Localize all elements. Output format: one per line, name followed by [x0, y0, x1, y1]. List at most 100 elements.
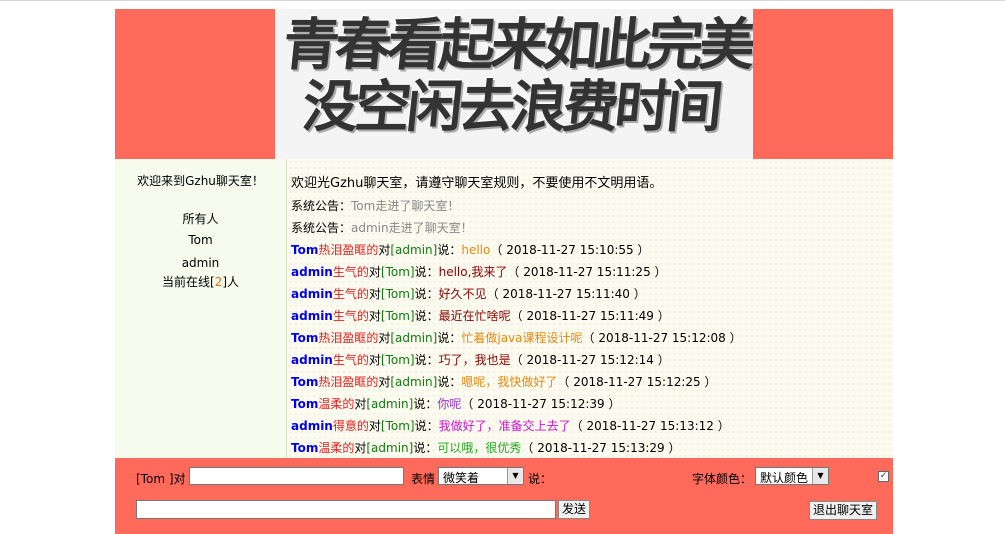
message-text: 你呢 — [437, 397, 462, 411]
input-bar: [Tom ]对 表情 微笑着 ▼ 说： 字体颜色： 默认颜色 ▼ ✓ 发送 退出… — [115, 458, 893, 534]
message-connector: 说： — [413, 397, 438, 411]
say-label: 说： — [528, 472, 553, 486]
message-timestamp-close: ） — [629, 287, 646, 301]
message-sender: admin — [291, 287, 333, 301]
message-timestamp: 2018-11-27 15:11:40 — [502, 287, 630, 301]
message-timestamp-close: ） — [725, 331, 742, 345]
message-text: hello,我来了 — [438, 265, 508, 279]
font-color-selected: 默认颜色 — [760, 471, 809, 485]
message-sender: Tom — [291, 243, 319, 257]
user-item-tom[interactable]: Tom — [115, 233, 286, 247]
message-timestamp-open: （ — [582, 331, 599, 345]
message-connector: 说： — [437, 331, 462, 345]
message-timestamp-close: ） — [653, 353, 670, 367]
message-timestamp-open: （ — [461, 397, 478, 411]
message-sender: admin — [291, 309, 333, 323]
message-connector: 对 — [378, 375, 391, 389]
exit-chat-button[interactable]: 退出聊天室 — [809, 501, 878, 520]
chat-app: 青春看起来如此完美 没空闲去浪费时间 欢迎来到Gzhu聊天室！ 所有人 Tom … — [115, 9, 893, 534]
message-connector: 说： — [414, 265, 439, 279]
message-connector: 说： — [414, 353, 439, 367]
chevron-down-icon: ▼ — [507, 468, 523, 484]
message-timestamp-open: （ — [557, 375, 574, 389]
emotion-selected: 微笑着 — [443, 471, 480, 485]
message-connector: 对 — [368, 287, 381, 301]
message-timestamp: 2018-11-27 15:12:08 — [598, 331, 726, 345]
user-item-all[interactable]: 所有人 — [115, 210, 286, 227]
message-recipient: [Tom] — [380, 353, 415, 367]
message-connector: 说： — [414, 419, 439, 433]
message-timestamp: 2018-11-27 15:12:39 — [477, 397, 605, 411]
message-recipient: [Tom] — [380, 419, 415, 433]
banner-line-2: 没空闲去浪费时间 — [299, 75, 723, 140]
message-connector: 对 — [368, 419, 381, 433]
message-sender: admin — [291, 353, 333, 367]
message-connector: 说： — [437, 243, 462, 257]
message-timestamp-open: （ — [510, 309, 527, 323]
message-timestamp-open: （ — [570, 419, 587, 433]
message-emotion: 生气的 — [332, 353, 369, 367]
message-timestamp-close: ） — [713, 419, 730, 433]
message-recipient: [Tom] — [380, 309, 415, 323]
chat-message: Tom热泪盈眶的对[admin]说：忙着做java课程设计呢（ 2018-11-… — [291, 330, 742, 346]
message-emotion: 热泪盈眶的 — [318, 331, 379, 345]
banner-line-1: 青春看起来如此完美 — [279, 13, 753, 78]
message-timestamp-open: （ — [507, 265, 524, 279]
message-timestamp: 2018-11-27 15:11:25 — [523, 265, 651, 279]
message-recipient: [admin] — [366, 441, 414, 455]
auto-scroll-checkbox[interactable]: ✓ — [878, 471, 889, 482]
message-recipient: [admin] — [390, 331, 438, 345]
chat-message: Tom温柔的对[admin]说：你呢（ 2018-11-27 15:12:39 … — [291, 396, 620, 412]
emotion-select[interactable]: 微笑着 ▼ — [438, 467, 524, 485]
chat-log[interactable]: 欢迎光Gzhu聊天室，请遵守聊天室规则，不要使用不文明用语。 系统公告：Tom走… — [287, 159, 893, 458]
emotion-label: 表情 — [411, 472, 436, 486]
message-timestamp: 2018-11-27 15:10:55 — [506, 243, 634, 257]
send-button[interactable]: 发送 — [558, 500, 591, 519]
font-color-select[interactable]: 默认颜色 ▼ — [755, 467, 829, 485]
chat-message: admin得意的对[Tom]说：我做好了，准备交上去了（ 2018-11-27 … — [291, 418, 730, 434]
chat-message: admin生气的对[Tom]说：hello,我来了（ 2018-11-27 15… — [291, 264, 667, 280]
chat-rules: 欢迎光Gzhu聊天室，请遵守聊天室规则，不要使用不文明用语。 — [291, 176, 663, 191]
chat-message: admin生气的对[Tom]说：最近在忙啥呢（ 2018-11-27 15:11… — [291, 308, 670, 324]
message-emotion: 生气的 — [332, 287, 369, 301]
target-user-input[interactable] — [189, 467, 404, 485]
welcome-text: 欢迎来到Gzhu聊天室！ — [137, 174, 264, 188]
message-connector: 对 — [354, 441, 367, 455]
message-emotion: 得意的 — [332, 419, 369, 433]
message-sender: admin — [291, 265, 333, 279]
message-connector: 对 — [378, 243, 391, 257]
message-recipient: [admin] — [366, 397, 414, 411]
message-input[interactable] — [136, 500, 556, 519]
system-text: admin走进了聊天室！ — [351, 221, 473, 235]
top-border — [0, 0, 1005, 1]
message-connector: 说： — [414, 287, 439, 301]
message-emotion: 生气的 — [332, 309, 369, 323]
banner-slogan: 青春看起来如此完美 没空闲去浪费时间 — [275, 13, 753, 140]
message-timestamp-close: ） — [653, 309, 670, 323]
message-sender: admin — [291, 419, 333, 433]
chat-message: Tom热泪盈眶的对[admin]说：嗯呢，我快做好了（ 2018-11-27 1… — [291, 374, 716, 390]
chat-message: Tom温柔的对[admin]说：可以哦，很优秀（ 2018-11-27 15:1… — [291, 440, 680, 456]
system-label: 系统公告： — [291, 199, 352, 213]
message-sender: Tom — [291, 331, 319, 345]
message-sender: Tom — [291, 441, 319, 455]
message-recipient: [admin] — [390, 375, 438, 389]
header-banner: 青春看起来如此完美 没空闲去浪费时间 — [115, 9, 893, 159]
message-timestamp: 2018-11-27 15:13:29 — [537, 441, 665, 455]
system-notice: 系统公告：Tom走进了聊天室！ — [291, 198, 459, 214]
chat-message: admin生气的对[Tom]说：好久不见（ 2018-11-27 15:11:4… — [291, 286, 646, 302]
chat-message: admin生气的对[Tom]说：巧了，我也是（ 2018-11-27 15:12… — [291, 352, 670, 368]
message-emotion: 温柔的 — [318, 397, 355, 411]
system-notice: 系统公告：admin走进了聊天室！ — [291, 220, 473, 236]
online-prefix: 当前在线[ — [161, 275, 215, 289]
font-color-label: 字体颜色： — [692, 472, 753, 486]
online-suffix: ]人 — [222, 275, 239, 289]
banner-image: 青春看起来如此完美 没空闲去浪费时间 — [275, 9, 753, 159]
message-text: 可以哦，很优秀 — [437, 441, 522, 455]
message-timestamp-open: （ — [490, 243, 507, 257]
message-emotion: 生气的 — [332, 265, 369, 279]
message-connector: 说： — [413, 441, 438, 455]
message-timestamp-close: ） — [650, 265, 667, 279]
user-item-admin[interactable]: admin — [115, 256, 286, 270]
message-connector: 说： — [414, 309, 439, 323]
